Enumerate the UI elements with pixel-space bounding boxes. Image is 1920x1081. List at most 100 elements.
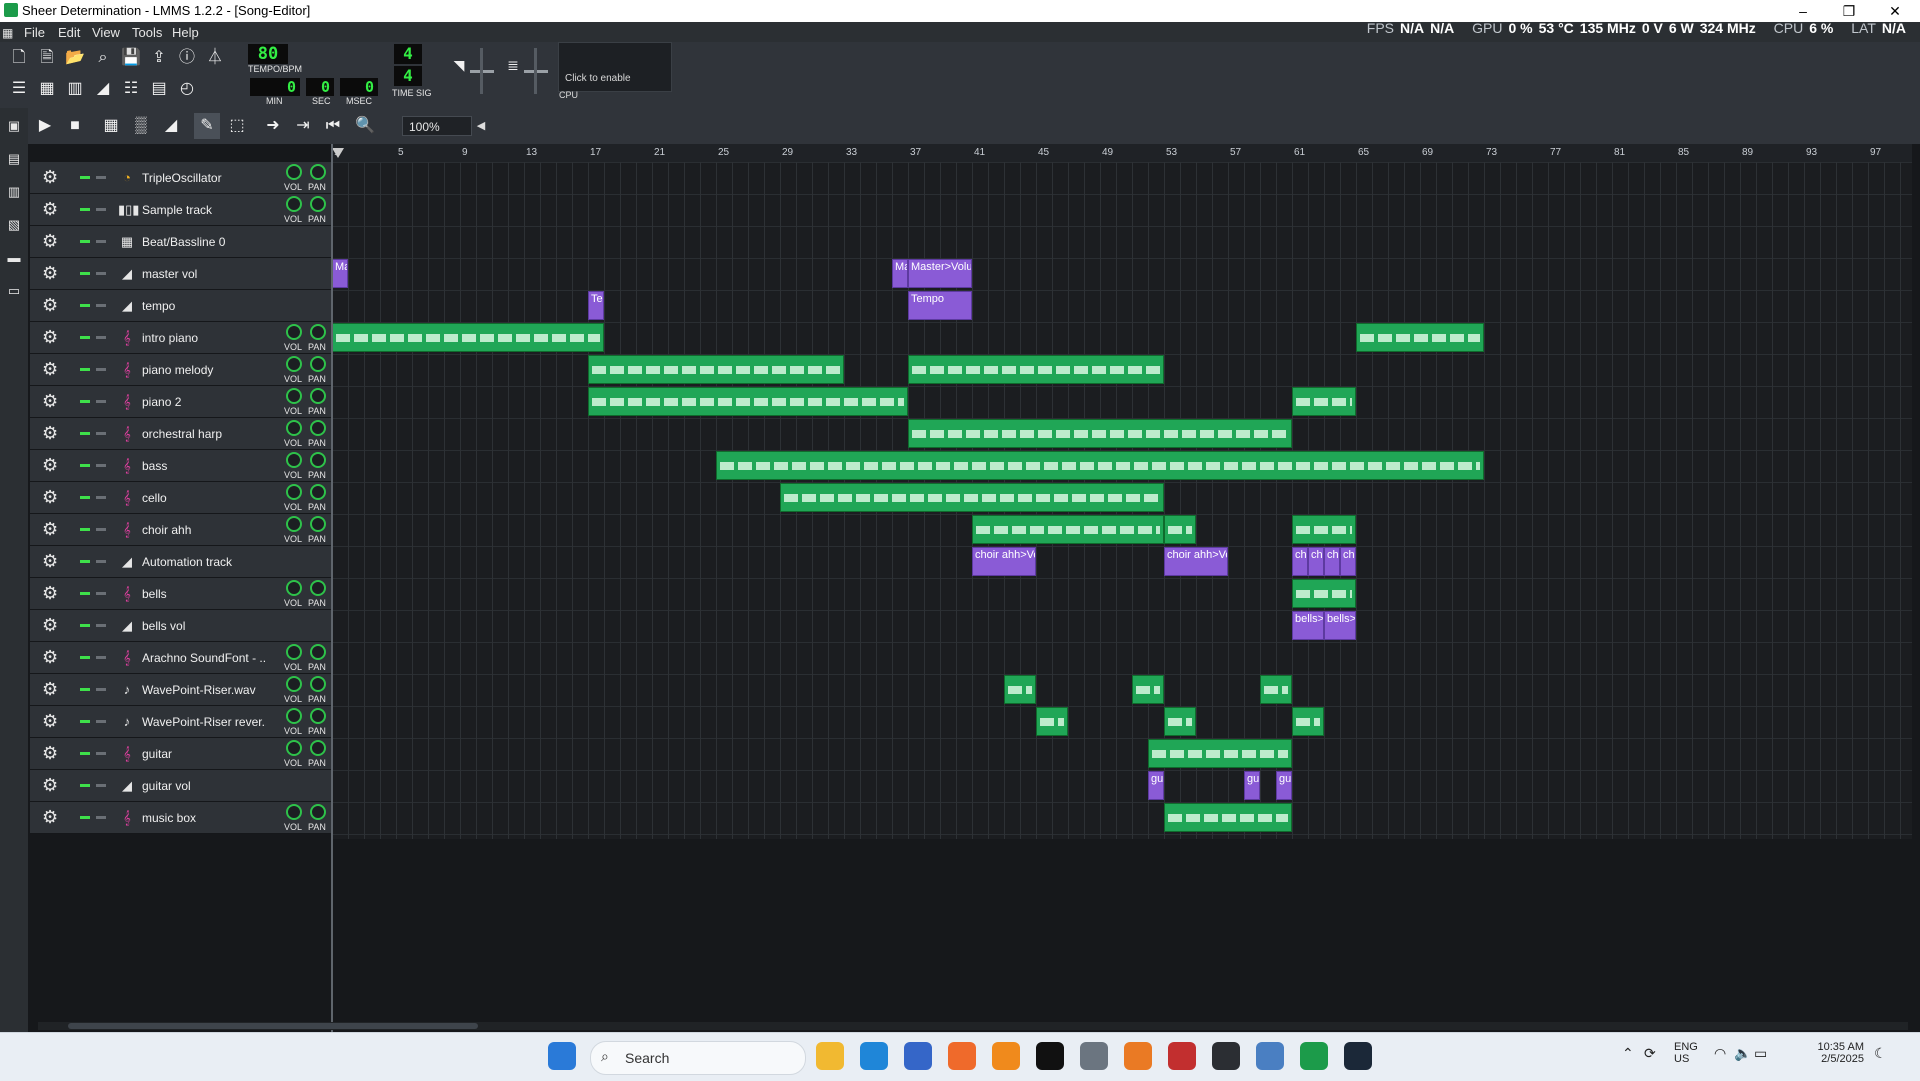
track-volume-knob[interactable] (286, 516, 302, 532)
track-solo-toggle[interactable] (96, 528, 106, 531)
visualization-widget[interactable]: Click to enable (558, 42, 672, 92)
show-hidden-icons-icon[interactable]: ⌃ (1622, 1045, 1634, 1062)
track-row[interactable]: ⚙ 𝄞 piano 2 VOL PAN (30, 386, 332, 418)
automation-editor-icon[interactable]: ◢ (90, 76, 116, 102)
track-name[interactable]: choir ahh (142, 523, 266, 537)
my-projects-icon[interactable]: ▤ (6, 151, 22, 167)
menu-grid-icon[interactable]: ▦ (2, 26, 13, 40)
track-volume-knob[interactable] (286, 740, 302, 756)
track-row[interactable]: ⚙ ▮▯▮ Sample track VOL PAN (30, 194, 332, 226)
note-pattern[interactable] (1164, 803, 1292, 832)
track-solo-toggle[interactable] (96, 624, 106, 627)
track-row[interactable]: ⚙ 𝄞 Arachno SoundFont - ... VOL PAN (30, 642, 332, 674)
playhead-marker[interactable] (332, 148, 344, 158)
taskbar-search[interactable]: ⌕ Search (590, 1041, 806, 1075)
automation-pattern[interactable]: ch (1340, 547, 1356, 576)
track-settings-gear-icon[interactable]: ⚙ (42, 647, 58, 668)
track-solo-toggle[interactable] (96, 656, 106, 659)
note-pattern[interactable] (972, 515, 1164, 544)
track-mute-toggle[interactable] (80, 752, 90, 755)
track-solo-toggle[interactable] (96, 176, 106, 179)
return-to-start-icon[interactable]: ⏮ (320, 113, 346, 139)
track-mute-toggle[interactable] (80, 688, 90, 691)
track-volume-knob[interactable] (286, 420, 302, 436)
automation-pattern[interactable]: Ma (332, 259, 348, 288)
track-name[interactable]: Beat/Bassline 0 (142, 235, 266, 249)
whats-this-icon[interactable]: ⓘ (174, 45, 200, 71)
track-settings-gear-icon[interactable]: ⚙ (42, 199, 58, 220)
new-project-icon[interactable]: 🗋 (6, 45, 32, 71)
track-mute-toggle[interactable] (80, 272, 90, 275)
note-pattern[interactable] (1164, 707, 1196, 736)
track-mute-toggle[interactable] (80, 208, 90, 211)
track-volume-knob[interactable] (286, 452, 302, 468)
track-row[interactable]: ⚙ ◢ bells vol (30, 610, 332, 642)
file-explorer-icon[interactable] (816, 1042, 844, 1070)
track-volume-knob[interactable] (286, 804, 302, 820)
mixer-icon[interactable]: ☷ (118, 76, 144, 102)
track-solo-toggle[interactable] (96, 272, 106, 275)
track-mute-toggle[interactable] (80, 784, 90, 787)
note-pattern[interactable] (1292, 387, 1356, 416)
automation-pattern[interactable]: Tempo (908, 291, 972, 320)
track-settings-gear-icon[interactable]: ⚙ (42, 327, 58, 348)
fl-studio-icon[interactable] (1168, 1042, 1196, 1070)
note-pattern[interactable] (1292, 707, 1324, 736)
track-name[interactable]: intro piano (142, 331, 266, 345)
time-sig-denominator[interactable]: 4 (394, 66, 422, 86)
track-row[interactable]: ⚙ ▦ Beat/Bassline 0 (30, 226, 332, 258)
stop-icon[interactable]: ■ (62, 113, 88, 139)
track-pan-knob[interactable] (310, 804, 326, 820)
track-solo-toggle[interactable] (96, 560, 106, 563)
automation-pattern[interactable]: ch (1292, 547, 1308, 576)
timeline-ruler[interactable]: 1 5 9 13 17 21 25 29 33 37 41 45 49 53 57 61 65 69 73 77 81 8… (332, 144, 1912, 163)
track-mute-toggle[interactable] (80, 304, 90, 307)
sync-icon[interactable]: ⟳ (1644, 1045, 1656, 1062)
track-mute-toggle[interactable] (80, 464, 90, 467)
my-samples-icon[interactable]: ▥ (6, 184, 22, 200)
calculator-icon[interactable] (1080, 1042, 1108, 1070)
track-pan-knob[interactable] (310, 676, 326, 692)
track-mute-toggle[interactable] (80, 624, 90, 627)
track-name[interactable]: bells (142, 587, 266, 601)
track-row[interactable]: ⚙ ◢ master vol (30, 258, 332, 290)
add-sample-track-icon[interactable]: ▒ (128, 113, 154, 139)
track-name[interactable]: Arachno SoundFont - ... (142, 651, 266, 665)
track-name[interactable]: piano 2 (142, 395, 266, 409)
note-pattern[interactable] (908, 419, 1292, 448)
track-mute-toggle[interactable] (80, 656, 90, 659)
note-pattern[interactable] (1260, 675, 1292, 704)
track-row[interactable]: ⚙ 𝄞 intro piano VOL PAN (30, 322, 332, 354)
song-editor-icon[interactable]: ☰ (6, 76, 32, 102)
track-settings-gear-icon[interactable]: ⚙ (42, 583, 58, 604)
menu-help[interactable]: Help (172, 25, 199, 40)
note-pattern[interactable] (1036, 707, 1068, 736)
track-row[interactable]: ⚙ 𝄞 orchestral harp VOL PAN (30, 418, 332, 450)
volume-icon[interactable]: 🔈 (1734, 1045, 1751, 1062)
track-row[interactable]: ⚙ 𝄞 music box VOL PAN (30, 802, 332, 834)
track-mute-toggle[interactable] (80, 336, 90, 339)
menu-view[interactable]: View (92, 25, 120, 40)
notifications-icon[interactable]: ☾ (1874, 1045, 1887, 1062)
automation-pattern[interactable]: ch (1324, 547, 1340, 576)
track-name[interactable]: master vol (142, 267, 266, 281)
draw-mode-icon[interactable]: ✎ (194, 113, 220, 139)
track-mute-toggle[interactable] (80, 400, 90, 403)
track-pan-knob[interactable] (310, 452, 326, 468)
track-solo-toggle[interactable] (96, 496, 106, 499)
track-pan-knob[interactable] (310, 484, 326, 500)
add-automation-track-icon[interactable]: ◢ (158, 113, 184, 139)
instrument-plugins-icon[interactable]: ▣ (6, 118, 22, 134)
track-solo-toggle[interactable] (96, 336, 106, 339)
track-solo-toggle[interactable] (96, 400, 106, 403)
start-icon[interactable] (548, 1042, 576, 1070)
horizontal-scrollbar[interactable] (38, 1022, 1908, 1030)
track-mute-toggle[interactable] (80, 720, 90, 723)
track-solo-toggle[interactable] (96, 720, 106, 723)
note-pattern[interactable] (332, 323, 604, 352)
zoom-select[interactable]: 100% (402, 116, 472, 136)
piano-roll-icon[interactable]: ▥ (62, 76, 88, 102)
track-name[interactable]: guitar vol (142, 779, 266, 793)
track-settings-gear-icon[interactable]: ⚙ (42, 551, 58, 572)
track-name[interactable]: piano melody (142, 363, 266, 377)
